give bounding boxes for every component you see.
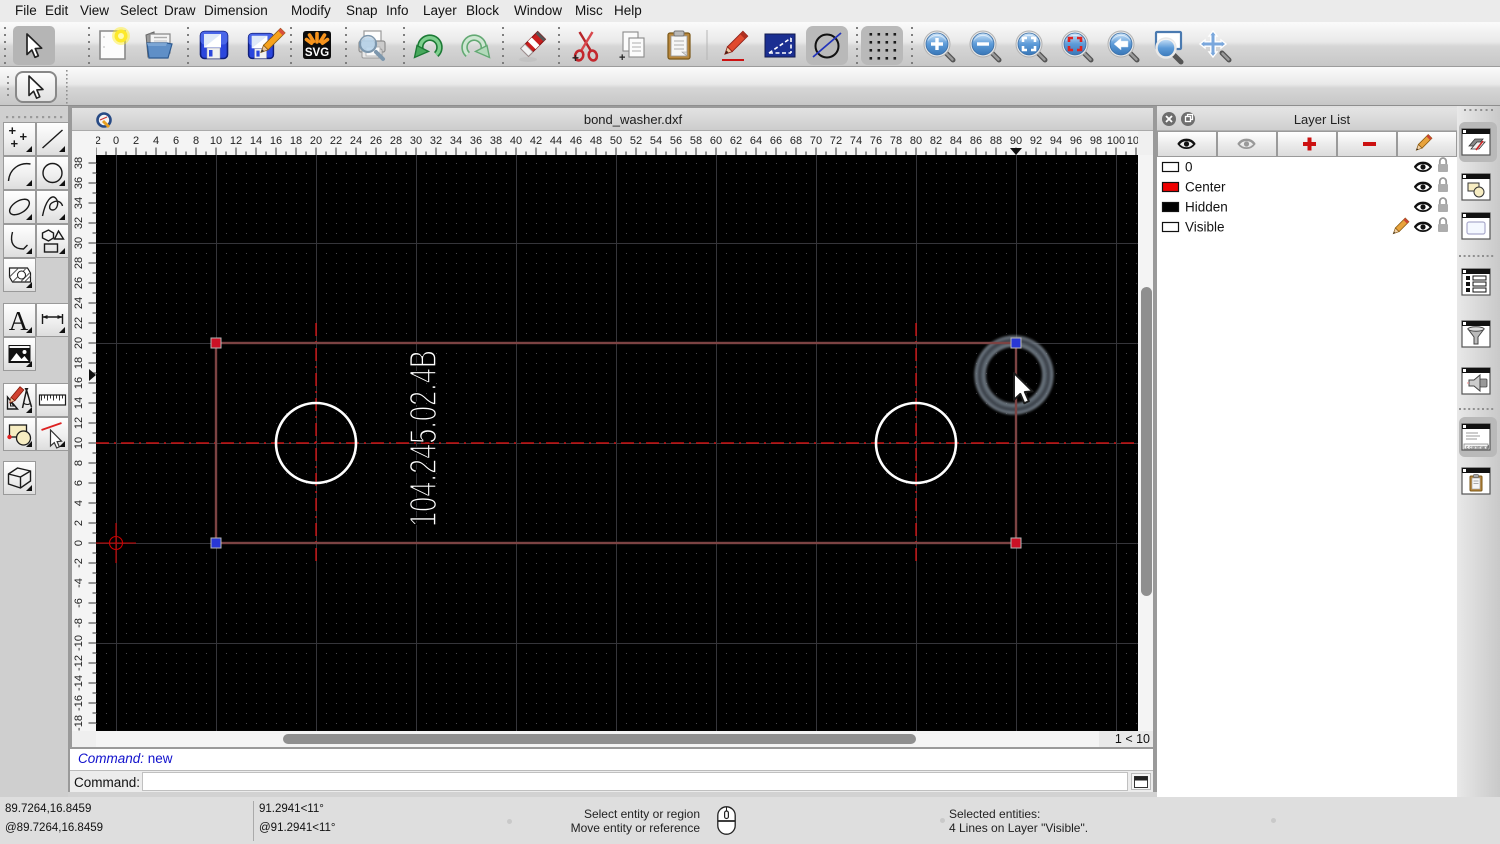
- svg-text:c command: c command: [1466, 445, 1490, 450]
